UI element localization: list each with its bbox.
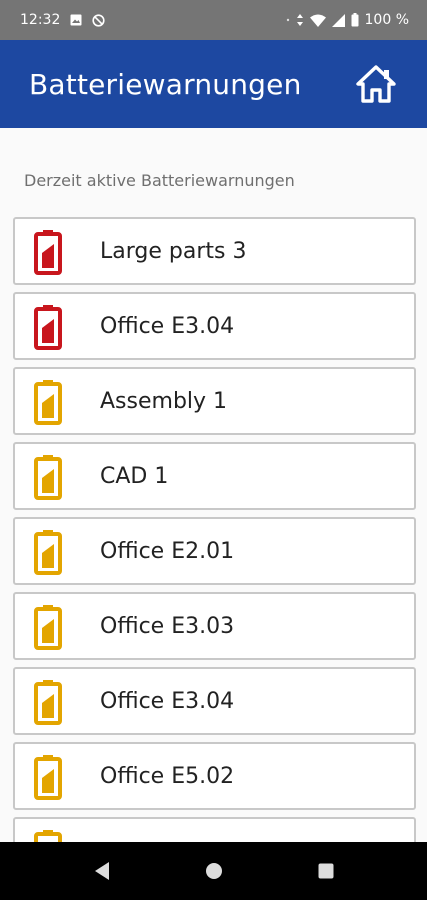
home-icon <box>356 65 396 103</box>
warning-label: Assembly 1 <box>100 388 228 414</box>
battery-low-icon <box>34 830 62 842</box>
battery-low-icon <box>34 755 62 800</box>
recents-button[interactable] <box>311 856 341 886</box>
warning-label: Office E3.04 <box>100 688 235 714</box>
home-button[interactable] <box>355 63 397 105</box>
battery-low-icon <box>34 455 62 500</box>
warning-row[interactable]: CAD 1 <box>13 442 416 510</box>
wifi-icon <box>309 14 326 27</box>
warning-row[interactable]: Large parts 3 <box>13 217 416 285</box>
home-nav-button[interactable] <box>199 856 229 886</box>
warning-list: Large parts 3 Office E3.04 Assembly 1 CAD 1… <box>13 217 416 842</box>
recents-icon <box>318 863 333 879</box>
do-not-disturb-icon <box>92 13 105 27</box>
battery-low-icon <box>34 680 62 725</box>
warning-label: Office E2.01 <box>100 538 235 564</box>
warning-row[interactable]: Office E5.02 <box>13 742 416 810</box>
warning-label: CAD 1 <box>100 463 169 489</box>
warning-label: Office E5.02 <box>100 763 235 789</box>
dot-icon <box>286 18 290 22</box>
status-time: 12:32 <box>20 12 61 28</box>
warning-label: Office E3.03 <box>100 613 235 639</box>
battery-low-icon <box>34 605 62 650</box>
warning-row[interactable]: Office E2.01 <box>13 517 416 585</box>
warning-label: Large parts 3 <box>100 238 247 264</box>
warning-row[interactable]: Office E3.04 <box>13 292 416 360</box>
warning-row[interactable]: Assembly 1 <box>13 367 416 435</box>
battery-low-icon <box>34 380 62 425</box>
data-transfer-icon <box>296 13 304 27</box>
battery-percentage: 100 % <box>364 12 409 28</box>
home-circle-icon <box>205 863 222 879</box>
warning-row[interactable]: Office E3.03 <box>13 592 416 660</box>
app-bar: Batteriewarnungen <box>0 40 427 128</box>
battery-low-icon <box>34 305 62 350</box>
back-button[interactable] <box>87 856 117 886</box>
section-label: Derzeit aktive Batteriewarnungen <box>24 171 295 190</box>
back-icon <box>94 862 109 880</box>
warning-list-area: Derzeit aktive Batteriewarnungen Large p… <box>0 128 427 842</box>
battery-low-icon <box>34 230 62 275</box>
battery-status-icon <box>351 13 359 27</box>
page-title: Batteriewarnungen <box>29 67 302 101</box>
warning-row[interactable]: Office E3.04 <box>13 667 416 735</box>
warning-row[interactable] <box>13 817 416 842</box>
image-notification-icon <box>70 14 82 26</box>
cell-signal-icon <box>331 13 345 27</box>
status-bar: 12:32 100 % <box>0 0 427 40</box>
battery-low-icon <box>34 530 62 575</box>
warning-label: Office E3.04 <box>100 313 235 339</box>
system-nav-bar <box>0 842 427 900</box>
